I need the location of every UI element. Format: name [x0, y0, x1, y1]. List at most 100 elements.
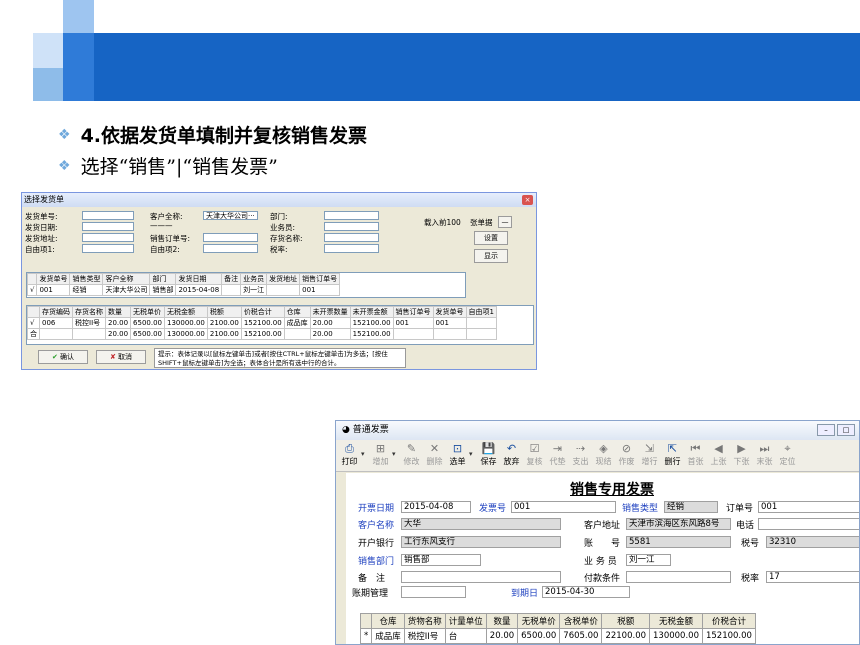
due-date-field[interactable]: 2015-04-30	[542, 586, 630, 598]
bill-count-stepper[interactable]: —	[498, 216, 512, 228]
toolbar-button[interactable]: ✕ 删除	[423, 440, 446, 471]
custom2-field[interactable]	[203, 244, 258, 253]
table-cell: *	[359, 628, 373, 644]
label-customer-name: 客户名称	[358, 521, 395, 531]
order-no-field[interactable]: 001	[758, 501, 859, 513]
check-icon: ✔	[51, 353, 58, 361]
table-cell: 经销	[69, 284, 104, 296]
toolbar-button[interactable]: ↶ 放弃	[500, 440, 523, 471]
table-cell	[392, 328, 434, 340]
table-row[interactable]: √ 001 经销 天津大华公司 销售部 2015-04-08 刘一江 001	[26, 284, 341, 296]
ship-date-field[interactable]	[82, 222, 134, 231]
add-icon: ⊞	[375, 442, 386, 455]
dept-field[interactable]	[324, 211, 379, 220]
toolbar-button[interactable]: ✎ 修改	[400, 440, 423, 471]
column-header: 存货编码	[39, 306, 73, 318]
tax-rate-field[interactable]: 17	[766, 571, 859, 583]
chevron-down-icon[interactable]: ▾	[361, 440, 369, 471]
sales-type-field[interactable]: 经销	[664, 501, 718, 513]
phone-field[interactable]	[758, 518, 859, 530]
ship-no-field[interactable]	[82, 211, 134, 220]
invoice-date-field[interactable]: 2015-04-08	[401, 501, 471, 513]
maximize-icon[interactable]: □	[837, 424, 855, 436]
cancel-button[interactable]: ✘ 取消	[96, 350, 146, 364]
toolbar-button[interactable]: ▶ 下张	[730, 440, 753, 471]
customer-name-field[interactable]: 大华	[401, 518, 561, 530]
salesman-field[interactable]: 刘一江	[626, 554, 671, 566]
tax-no-field[interactable]: 32310	[766, 536, 859, 548]
column-header: 发货日期	[175, 273, 223, 285]
label-ship-addr: 发货地址:	[25, 234, 58, 243]
toolbar-button[interactable]: ⊡ 选单	[446, 440, 469, 471]
toolbar-label: 末张	[756, 457, 773, 466]
show-button[interactable]: 显示	[474, 249, 508, 263]
column-header: 销售类型	[69, 273, 104, 285]
toolbar-button[interactable]: ⏭ 末张	[753, 440, 776, 471]
toolbar-button[interactable]: ⇥ 代垫	[546, 440, 569, 471]
label-invoice-no: 发票号	[479, 504, 507, 514]
invoice-no-field[interactable]: 001	[511, 501, 616, 513]
bank-field[interactable]: 工行东风支行	[401, 536, 561, 548]
column-header: 税额	[601, 613, 651, 629]
ship-addr-field[interactable]	[82, 233, 134, 242]
toolbar-button[interactable]: ◈ 现结	[592, 440, 615, 471]
table-row[interactable]: * 成品库 税控II号台 20.00 6500.00 7605.00 22100.00 130…	[359, 628, 756, 644]
toolbar-button[interactable]: ⏮ 首张	[684, 440, 707, 471]
heading-text: 4.依据发货单填制并复核销售发票	[80, 125, 368, 147]
table-cell: 006	[39, 317, 73, 329]
table-row[interactable]: √ 006 税控II号 20.00 6500.00 130000.00 2100.00 152…	[27, 317, 498, 329]
table-cell: 001	[36, 284, 71, 296]
settings-button[interactable]: 设置	[474, 231, 508, 245]
payment-terms-field[interactable]	[626, 571, 731, 583]
hint-text: 提示：表体记录以[鼠标左键单击]或者[按住CTRL+鼠标左键单击]为多选；[按住…	[154, 348, 406, 368]
review-icon: ☑	[529, 442, 540, 455]
ok-button[interactable]: ✔ 确认	[38, 350, 88, 364]
toolbar-label: 增加	[372, 457, 389, 466]
toolbar-label: 删除	[426, 457, 443, 466]
column-header: 价税合计	[701, 613, 756, 629]
toolbar-button[interactable]: ⊘ 作废	[615, 440, 638, 471]
customer-address-field[interactable]: 天津市滨海区东风路8号	[626, 518, 731, 530]
close-icon[interactable]: ×	[522, 195, 533, 205]
salesman-field[interactable]	[324, 222, 379, 231]
toolbar-button[interactable]: ◀ 上张	[707, 440, 730, 471]
column-header: 税额	[206, 306, 242, 318]
dept-field[interactable]: 销售部	[401, 554, 481, 566]
bill-count-label: 张单据	[470, 218, 493, 227]
toolbar-button[interactable]: ⇱ 删行	[661, 440, 684, 471]
toolbar-button[interactable]: 💾 保存	[477, 440, 500, 471]
table-row[interactable]: 合 20.00 6500.00 130000.00 2100.00 152100.00 20…	[27, 328, 498, 340]
toolbar-button[interactable]: ⌖ 定位	[776, 440, 799, 471]
column-header	[27, 306, 40, 318]
minimize-icon[interactable]: –	[817, 424, 835, 436]
label-customer-address: 客户地址	[584, 521, 621, 531]
tax-field[interactable]	[324, 244, 379, 253]
ok-label: 确认	[60, 353, 75, 361]
label-phone: 电话	[736, 521, 755, 531]
column-header: 未开票金额	[349, 306, 394, 318]
form-title: 销售专用发票	[570, 482, 654, 498]
table-cell: 合	[27, 328, 40, 340]
table-cell: 成品库	[283, 317, 311, 329]
column-header: 销售订单号	[392, 306, 434, 318]
note-field[interactable]	[401, 571, 561, 583]
label-so-no: 销售订单号:	[150, 234, 191, 243]
toolbar-button[interactable]: ⊞ 增加	[369, 440, 392, 471]
so-no-field[interactable]	[203, 233, 258, 242]
period-field[interactable]	[401, 586, 466, 598]
chevron-down-icon[interactable]: ▾	[469, 440, 477, 471]
chevron-down-icon[interactable]: ▾	[392, 440, 400, 471]
column-header: 无税单价	[130, 306, 165, 318]
column-header: 备注	[221, 273, 242, 285]
customer-field[interactable]: 天津大华公司···	[203, 211, 258, 220]
table-cell	[221, 284, 242, 296]
stock-field[interactable]	[324, 233, 379, 242]
toolbar-button[interactable]: ⎙ 打印	[338, 440, 361, 471]
table-cell: √	[26, 284, 38, 296]
toolbar-button[interactable]: ☑ 复核	[523, 440, 546, 471]
toolbar-button[interactable]: ⇢ 支出	[569, 440, 592, 471]
custom1-field[interactable]	[82, 244, 134, 253]
column-header: 无税金额	[164, 306, 208, 318]
account-field[interactable]: 5581	[626, 536, 731, 548]
toolbar-button[interactable]: ⇲ 增行	[638, 440, 661, 471]
